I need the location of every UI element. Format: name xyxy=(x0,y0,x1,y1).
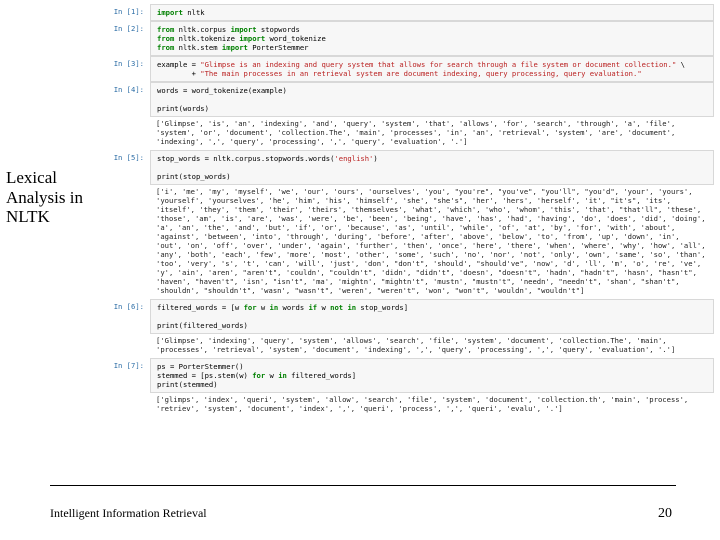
code-cell: In [5]:stop_words = nltk.corpus.stopword… xyxy=(92,150,714,185)
cell-output: ['i', 'me', 'my', 'myself', 'we', 'our',… xyxy=(150,185,714,299)
code-cell: In [7]:ps = PorterStemmer() stemmed = [p… xyxy=(92,358,714,393)
code-input[interactable]: filtered_words = [w for w in words if w … xyxy=(150,299,714,334)
cell-output: ['glimps', 'index', 'queri', 'system', '… xyxy=(150,393,714,417)
output-cell: ['Glimpse', 'is', 'an', 'indexing', 'and… xyxy=(92,117,714,150)
cell-prompt xyxy=(92,117,150,123)
cell-prompt: In [7]: xyxy=(92,358,150,373)
cell-prompt: In [6]: xyxy=(92,299,150,314)
output-cell: ['Glimpse', 'indexing', 'query', 'system… xyxy=(92,334,714,358)
code-input[interactable]: ps = PorterStemmer() stemmed = [ps.stem(… xyxy=(150,358,714,393)
output-cell: ['i', 'me', 'my', 'myself', 'we', 'our',… xyxy=(92,185,714,299)
code-input[interactable]: stop_words = nltk.corpus.stopwords.words… xyxy=(150,150,714,185)
cell-prompt: In [5]: xyxy=(92,150,150,165)
code-input[interactable]: words = word_tokenize(example) print(wor… xyxy=(150,82,714,117)
code-input[interactable]: example = "Glimpse is an indexing and qu… xyxy=(150,56,714,82)
footer-left: Intelligent Information Retrieval xyxy=(50,506,207,522)
cell-prompt xyxy=(92,334,150,340)
code-cell: In [3]:example = "Glimpse is an indexing… xyxy=(92,56,714,82)
code-cell: In [2]:from nltk.corpus import stopwords… xyxy=(92,21,714,56)
cell-prompt: In [4]: xyxy=(92,82,150,97)
output-cell: ['glimps', 'index', 'queri', 'system', '… xyxy=(92,393,714,417)
cell-prompt xyxy=(92,185,150,191)
slide-footer: Intelligent Information Retrieval 20 xyxy=(0,506,720,522)
cell-prompt: In [3]: xyxy=(92,56,150,71)
cell-prompt xyxy=(92,393,150,399)
code-cell: In [6]:filtered_words = [w for w in word… xyxy=(92,299,714,334)
code-input[interactable]: import nltk xyxy=(150,4,714,21)
cell-prompt: In [1]: xyxy=(92,4,150,19)
code-cell: In [4]:words = word_tokenize(example) pr… xyxy=(92,82,714,117)
footer-divider xyxy=(50,485,676,486)
cell-output: ['Glimpse', 'is', 'an', 'indexing', 'and… xyxy=(150,117,714,150)
footer-page-number: 20 xyxy=(658,506,672,522)
jupyter-notebook: In [1]:import nltkIn [2]:from nltk.corpu… xyxy=(92,4,714,484)
slide: Lexical Analysis in NLTK In [1]:import n… xyxy=(0,0,720,540)
cell-output: ['Glimpse', 'indexing', 'query', 'system… xyxy=(150,334,714,358)
cell-prompt: In [2]: xyxy=(92,21,150,36)
slide-title: Lexical Analysis in NLTK xyxy=(6,168,88,227)
code-input[interactable]: from nltk.corpus import stopwords from n… xyxy=(150,21,714,56)
code-cell: In [1]:import nltk xyxy=(92,4,714,21)
